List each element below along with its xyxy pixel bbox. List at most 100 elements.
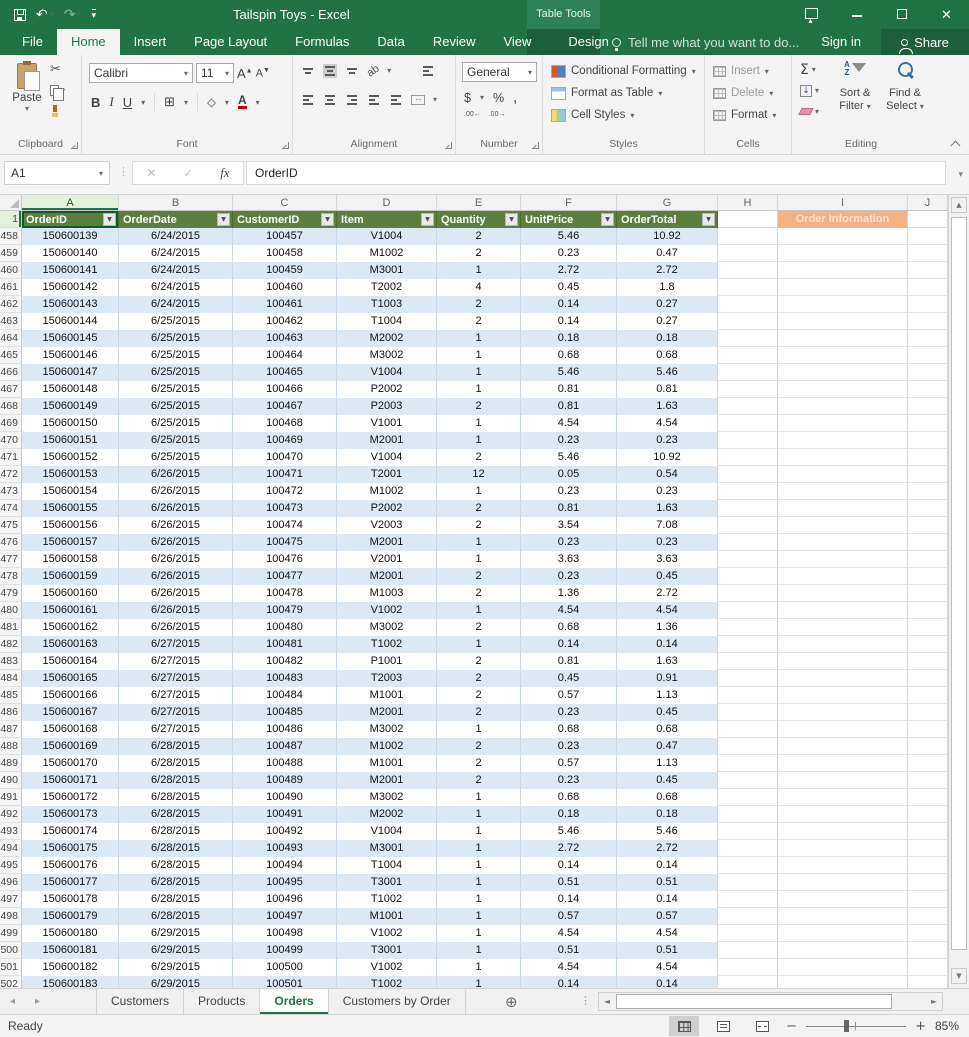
cell[interactable]: 4.54 xyxy=(617,959,718,976)
maximize-button[interactable] xyxy=(879,0,924,29)
share-button[interactable]: Share xyxy=(881,29,969,55)
table-header-item[interactable]: Item ▼ xyxy=(337,211,437,228)
format-cells-button[interactable]: Format ▾ xyxy=(705,104,791,126)
cell[interactable]: 1 xyxy=(437,364,521,381)
horizontal-scrollbar[interactable]: ◄ ► xyxy=(598,992,943,1011)
cell[interactable] xyxy=(778,704,908,721)
table-header-quantity[interactable]: Quantity ▼ xyxy=(437,211,521,228)
cell[interactable] xyxy=(718,449,778,466)
customize-qat-button[interactable]: ▾ xyxy=(91,8,97,21)
cell[interactable] xyxy=(718,432,778,449)
cell[interactable]: 100458 xyxy=(233,245,337,262)
clipboard-dialog-launcher[interactable] xyxy=(71,142,78,149)
cell[interactable] xyxy=(718,585,778,602)
horizontal-scrollbar-thumb[interactable] xyxy=(616,994,892,1009)
cell[interactable]: 0.68 xyxy=(521,721,617,738)
cell[interactable] xyxy=(778,772,908,789)
cell[interactable]: 6/29/2015 xyxy=(119,942,233,959)
cell[interactable]: 100486 xyxy=(233,721,337,738)
cell[interactable]: M3002 xyxy=(337,789,437,806)
row-header-468[interactable]: 468 xyxy=(0,398,22,415)
cell[interactable]: 100474 xyxy=(233,517,337,534)
cell[interactable]: M2001 xyxy=(337,432,437,449)
cell[interactable]: 6/28/2015 xyxy=(119,891,233,908)
cell[interactable]: 0.81 xyxy=(521,398,617,415)
cell[interactable] xyxy=(908,534,948,551)
cell[interactable] xyxy=(908,738,948,755)
cell[interactable] xyxy=(718,789,778,806)
cell[interactable] xyxy=(718,823,778,840)
cell[interactable]: M3002 xyxy=(337,347,437,364)
cell[interactable] xyxy=(718,279,778,296)
cell[interactable]: 150600177 xyxy=(22,874,119,891)
cell[interactable]: 150600145 xyxy=(22,330,119,347)
cell[interactable] xyxy=(778,364,908,381)
cell[interactable]: 150600160 xyxy=(22,585,119,602)
cell[interactable]: 2 xyxy=(437,670,521,687)
cell[interactable]: 6/26/2015 xyxy=(119,466,233,483)
cell[interactable]: 150600183 xyxy=(22,976,119,988)
cell[interactable]: 6/25/2015 xyxy=(119,347,233,364)
cell[interactable] xyxy=(718,874,778,891)
cell[interactable]: 1 xyxy=(437,721,521,738)
cell[interactable]: 2 xyxy=(437,568,521,585)
cell[interactable]: 150600171 xyxy=(22,772,119,789)
cell[interactable]: 100479 xyxy=(233,602,337,619)
cell[interactable]: 5.46 xyxy=(521,228,617,245)
row-header-500[interactable]: 500 xyxy=(0,942,22,959)
cell[interactable]: 0.23 xyxy=(521,568,617,585)
number-dialog-launcher[interactable] xyxy=(532,142,539,149)
cell[interactable]: 6/25/2015 xyxy=(119,449,233,466)
cell[interactable]: 6/28/2015 xyxy=(119,738,233,755)
cell[interactable] xyxy=(718,483,778,500)
cell[interactable]: T1003 xyxy=(337,296,437,313)
number-format-select[interactable]: General ▾ xyxy=(462,62,537,82)
cell[interactable]: 6/24/2015 xyxy=(119,228,233,245)
cell[interactable] xyxy=(778,806,908,823)
borders-dropdown-icon[interactable]: ▾ xyxy=(184,98,188,107)
tab-data[interactable]: Data xyxy=(363,29,418,55)
cell[interactable] xyxy=(908,466,948,483)
cell[interactable]: 2 xyxy=(437,449,521,466)
cell[interactable] xyxy=(778,568,908,585)
cell[interactable]: 6/28/2015 xyxy=(119,755,233,772)
cell[interactable]: 2.72 xyxy=(617,585,718,602)
clear-button[interactable]: ▾ xyxy=(798,103,819,120)
cell[interactable]: 100499 xyxy=(233,942,337,959)
paste-button[interactable]: Paste ▾ xyxy=(7,61,47,131)
cell[interactable]: 6/24/2015 xyxy=(119,296,233,313)
fill-color-dropdown-icon[interactable]: ▾ xyxy=(225,98,229,107)
cell[interactable]: M1002 xyxy=(337,245,437,262)
cell[interactable] xyxy=(908,517,948,534)
cell[interactable]: 6/28/2015 xyxy=(119,823,233,840)
cell[interactable]: 150600148 xyxy=(22,381,119,398)
column-header-F[interactable]: F xyxy=(521,195,617,210)
row-header-470[interactable]: 470 xyxy=(0,432,22,449)
table-header-ordertotal[interactable]: OrderTotal ▼ xyxy=(617,211,718,228)
cell[interactable]: 100472 xyxy=(233,483,337,500)
cell[interactable]: 1 xyxy=(437,432,521,449)
cell[interactable]: 100476 xyxy=(233,551,337,568)
cell[interactable]: 150600141 xyxy=(22,262,119,279)
cell[interactable]: 150600162 xyxy=(22,619,119,636)
cell[interactable] xyxy=(778,330,908,347)
cell[interactable]: 4.54 xyxy=(521,925,617,942)
cell[interactable] xyxy=(908,551,948,568)
page-layout-view-button[interactable] xyxy=(708,1016,738,1036)
cell[interactable]: 0.14 xyxy=(617,891,718,908)
cell[interactable]: 150600167 xyxy=(22,704,119,721)
expand-formula-bar-button[interactable]: ▾ xyxy=(958,170,963,180)
cell[interactable]: 0.14 xyxy=(521,891,617,908)
font-dialog-launcher[interactable] xyxy=(282,142,289,149)
cell[interactable]: 1 xyxy=(437,602,521,619)
cell[interactable] xyxy=(718,806,778,823)
column-header-G[interactable]: G xyxy=(617,195,718,210)
cell[interactable]: 150600170 xyxy=(22,755,119,772)
cell[interactable]: 100467 xyxy=(233,398,337,415)
cell[interactable]: 0.27 xyxy=(617,313,718,330)
orientation-button[interactable]: ab xyxy=(365,62,382,79)
cell[interactable]: 100457 xyxy=(233,228,337,245)
cell[interactable] xyxy=(908,364,948,381)
cell[interactable] xyxy=(718,568,778,585)
cell[interactable]: 150600143 xyxy=(22,296,119,313)
